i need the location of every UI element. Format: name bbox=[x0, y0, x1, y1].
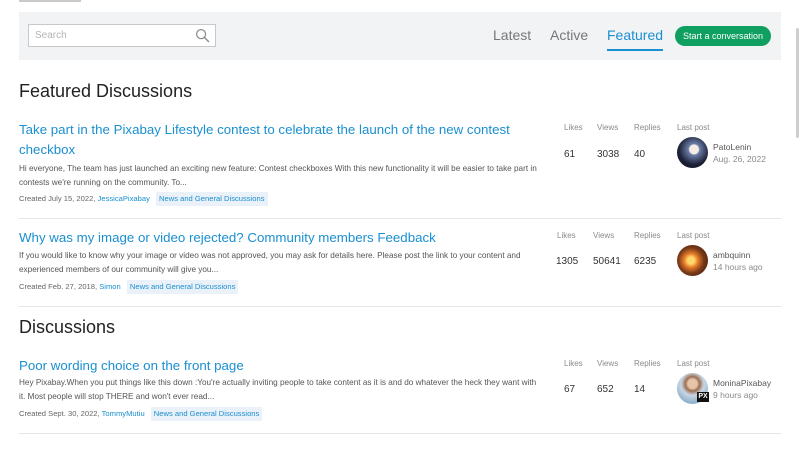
search-box bbox=[28, 24, 216, 47]
replies-label: Replies bbox=[634, 359, 661, 368]
discussion-meta: Created July 15, 2022, JessicaPixabay Ne… bbox=[19, 192, 268, 206]
views-label: Views bbox=[593, 231, 615, 240]
likes-label: Likes bbox=[564, 123, 583, 132]
replies-count: 40 bbox=[634, 149, 646, 160]
last-post-user[interactable]: ambquinn bbox=[713, 250, 750, 260]
replies-label: Replies bbox=[634, 123, 661, 132]
top-divider bbox=[19, 0, 81, 2]
scrollbar[interactable] bbox=[796, 28, 799, 138]
last-post-label: Last post bbox=[677, 359, 710, 368]
views-label: Views bbox=[597, 123, 619, 132]
discussion-excerpt: If you would like to know why your image… bbox=[19, 251, 521, 274]
avatar[interactable] bbox=[677, 245, 708, 276]
last-post-time: Aug. 26, 2022 bbox=[713, 154, 766, 164]
px-badge: PX bbox=[697, 392, 709, 402]
discussion-excerpt: Hey Pixabay.When you put things like thi… bbox=[19, 378, 537, 401]
last-post-label: Last post bbox=[677, 123, 710, 132]
likes-count: 67 bbox=[564, 384, 576, 395]
discussion-meta: Created Feb. 27, 2018, Simon News and Ge… bbox=[19, 280, 239, 294]
discussion-row: Poor wording choice on the front page He… bbox=[19, 356, 781, 434]
category-tag[interactable]: News and General Discussions bbox=[156, 192, 268, 206]
discussion-title-link[interactable]: Why was my image or video rejected? Comm… bbox=[19, 228, 559, 248]
author-link[interactable]: JessicaPixabay bbox=[98, 194, 150, 203]
views-label: Views bbox=[597, 359, 619, 368]
discussions-heading: Discussions bbox=[19, 317, 116, 337]
category-tag[interactable]: News and General Discussions bbox=[150, 407, 263, 421]
replies-count: 6235 bbox=[634, 256, 657, 267]
tab-active[interactable]: Active bbox=[550, 27, 588, 43]
likes-count: 1305 bbox=[556, 256, 579, 267]
last-post-time: 14 hours ago bbox=[713, 262, 763, 272]
tab-latest[interactable]: Latest bbox=[493, 27, 531, 43]
discussion-title-link[interactable]: Take part in the Pixabay Lifestyle conte… bbox=[19, 120, 539, 160]
last-post-label: Last post bbox=[677, 231, 710, 240]
replies-count: 14 bbox=[634, 384, 646, 395]
last-post-user[interactable]: MoninaPixabay bbox=[713, 378, 771, 388]
category-tag[interactable]: News and General Discussions bbox=[126, 280, 239, 294]
replies-label: Replies bbox=[634, 231, 661, 240]
search-input[interactable] bbox=[29, 25, 189, 46]
views-count: 3038 bbox=[597, 149, 620, 160]
tab-featured[interactable]: Featured bbox=[607, 27, 664, 51]
created-date: Created July 15, 2022, bbox=[19, 194, 96, 203]
created-date: Created Feb. 27, 2018, bbox=[19, 282, 98, 291]
avatar[interactable] bbox=[677, 137, 708, 168]
likes-count: 61 bbox=[564, 149, 576, 160]
author-link[interactable]: TommyMutiu bbox=[102, 409, 145, 418]
last-post-user[interactable]: PatoLenin bbox=[713, 142, 751, 152]
last-post-time: 9 hours ago bbox=[713, 390, 758, 400]
likes-label: Likes bbox=[557, 231, 576, 240]
discussion-row: Why was my image or video rejected? Comm… bbox=[19, 228, 781, 307]
created-date: Created Sept. 30, 2022, bbox=[19, 409, 100, 418]
views-count: 50641 bbox=[593, 256, 621, 267]
discussion-toolbar: Latest Active Featured Start a conversat… bbox=[19, 12, 781, 60]
discussion-title-link[interactable]: Poor wording choice on the front page bbox=[19, 356, 539, 376]
discussion-meta: Created Sept. 30, 2022, TommyMutiu News … bbox=[19, 407, 263, 421]
discussion-row: Take part in the Pixabay Lifestyle conte… bbox=[19, 120, 781, 219]
likes-label: Likes bbox=[564, 359, 583, 368]
start-conversation-button[interactable]: Start a conversation bbox=[675, 26, 771, 46]
views-count: 652 bbox=[597, 384, 614, 395]
search-icon[interactable] bbox=[195, 28, 210, 43]
featured-heading: Featured Discussions bbox=[19, 81, 193, 101]
discussion-excerpt: Hi everyone, The team has just launched … bbox=[19, 164, 537, 187]
author-link[interactable]: Simon bbox=[99, 282, 121, 291]
